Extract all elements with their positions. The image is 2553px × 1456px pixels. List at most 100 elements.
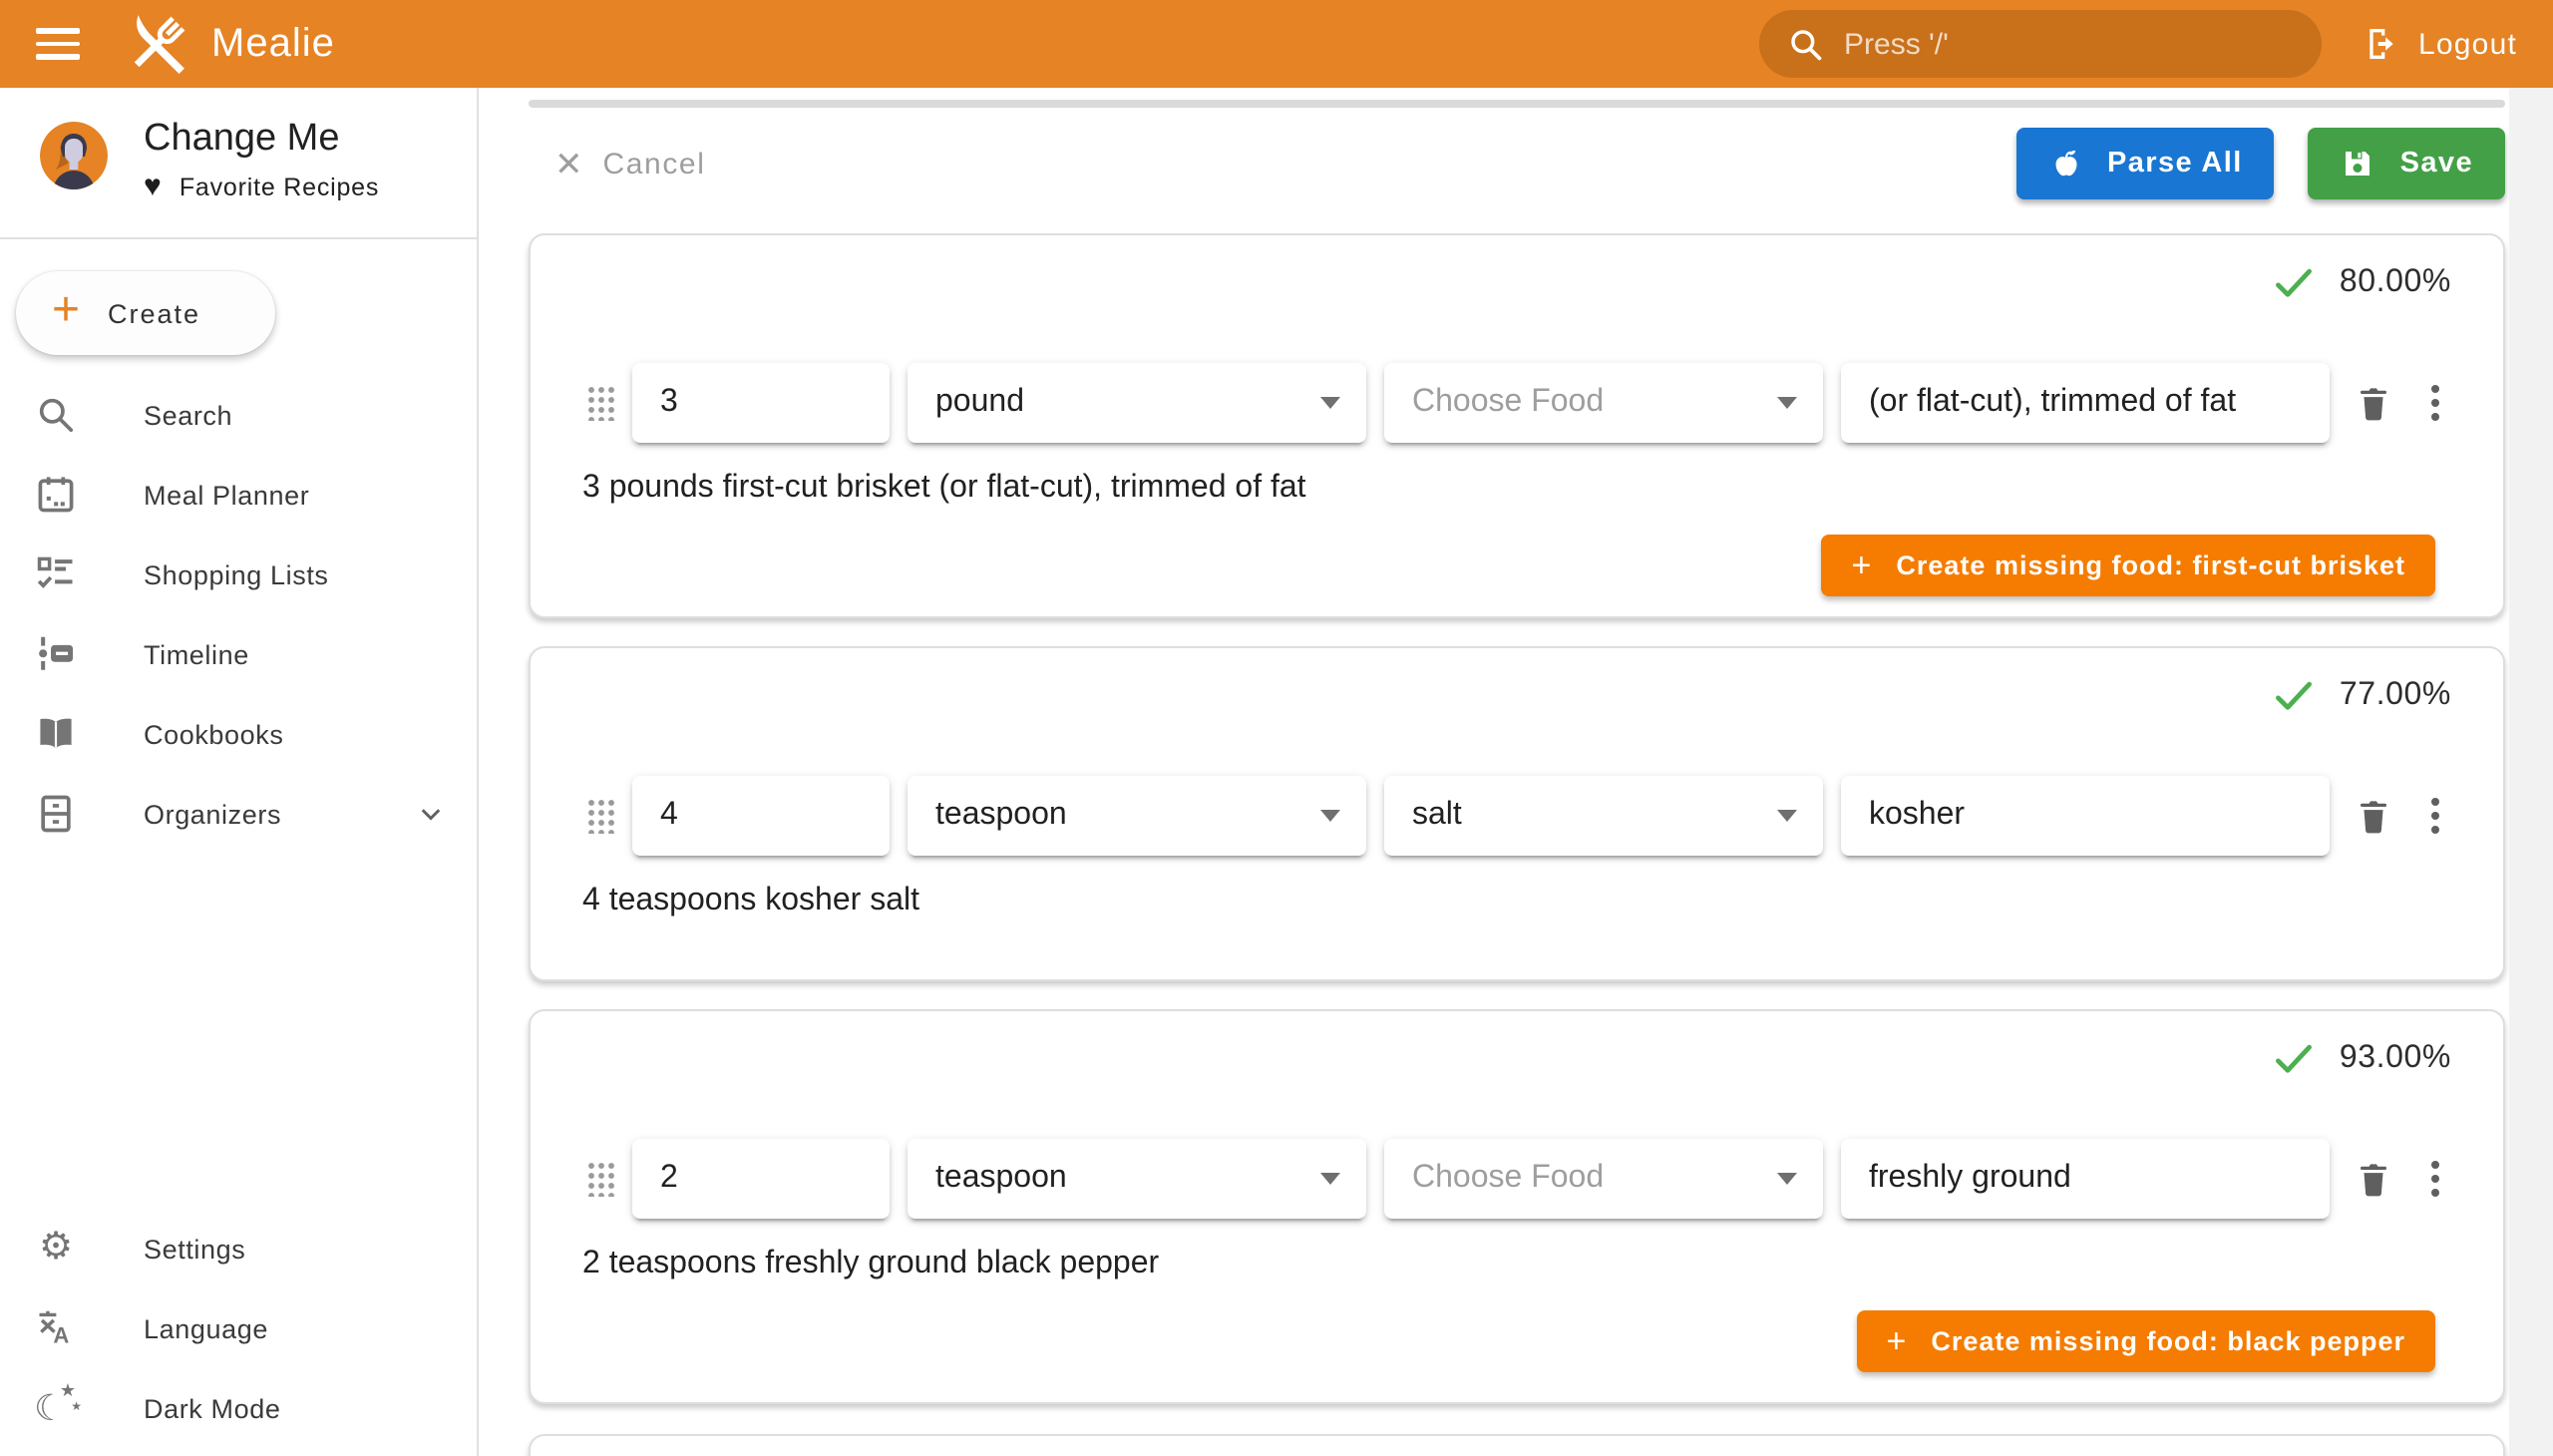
sidebar-item-language[interactable]: A Language — [0, 1288, 477, 1368]
close-icon: ✕ — [554, 147, 583, 181]
star-icon: ★ — [71, 1400, 82, 1414]
parser-toolbar: ✕ Cancel Parse All — [529, 128, 2505, 199]
sidebar-item-shopping-lists[interactable]: Shopping Lists — [0, 535, 477, 614]
timeline-icon — [34, 632, 78, 676]
gear-icon: ⚙ — [34, 1227, 78, 1271]
sidebar-item-label: Language — [144, 1313, 449, 1343]
save-button[interactable]: Save — [2309, 128, 2505, 199]
sidebar-item-dark-mode[interactable]: ☾ ★ ★ Dark Mode — [0, 1368, 477, 1448]
sidebar-menu: Search Meal Planner — [0, 375, 477, 854]
create-missing-food-button[interactable]: + Create missing food: black pepper — [1857, 1310, 2436, 1372]
delete-button[interactable] — [2352, 1157, 2395, 1201]
search-input[interactable]: Press '/' — [1758, 10, 2321, 78]
search-placeholder: Press '/' — [1844, 27, 1949, 61]
kebab-menu-icon[interactable] — [2421, 1157, 2449, 1201]
drag-handle-icon[interactable] — [586, 1161, 614, 1197]
heart-icon: ♥ — [144, 174, 162, 201]
hamburger-menu-icon[interactable] — [36, 22, 88, 66]
unit-select[interactable]: teaspoon — [908, 1139, 1366, 1219]
food-select[interactable]: Choose Food — [1384, 363, 1823, 443]
plus-icon: + — [1887, 1324, 1908, 1358]
sidebar-item-settings[interactable]: ⚙ Settings — [0, 1209, 477, 1288]
cabinet-icon — [34, 792, 78, 836]
sidebar-divider — [0, 237, 477, 239]
checklist-icon — [34, 552, 78, 596]
unit-select[interactable]: teaspoon — [908, 776, 1366, 856]
drag-handle-icon[interactable] — [586, 798, 614, 834]
trash-icon — [2352, 794, 2395, 838]
plus-icon: + — [1852, 548, 1873, 582]
user-profile[interactable]: Change Me ♥ Favorite Recipes — [0, 88, 477, 221]
create-missing-food-label: Create missing food: first-cut brisket — [1896, 550, 2405, 580]
delete-button[interactable] — [2352, 794, 2395, 838]
chevron-down-icon — [1320, 397, 1340, 409]
sidebar-item-label: Shopping Lists — [144, 559, 449, 589]
plus-icon: + — [52, 287, 80, 335]
original-ingredient-text: 2 teaspoons freshly ground black pepper — [582, 1245, 2455, 1282]
unit-select[interactable]: pound — [908, 363, 1366, 443]
check-icon — [2272, 1037, 2316, 1081]
original-ingredient-text: 3 pounds first-cut brisket (or flat-cut)… — [582, 469, 2455, 507]
create-button[interactable]: + Create — [16, 271, 275, 355]
create-button-label: Create — [108, 298, 200, 328]
ingredient-card: 80.00% pound Choose Food — [529, 233, 2505, 618]
kebab-menu-icon[interactable] — [2421, 381, 2449, 425]
sidebar-item-label: Cookbooks — [144, 719, 449, 749]
chevron-down-icon — [1777, 810, 1797, 822]
confidence-value: 93.00% — [2340, 1041, 2451, 1077]
favorite-recipes-label: Favorite Recipes — [180, 174, 379, 201]
user-name: Change Me — [144, 116, 379, 164]
sidebar-item-cookbooks[interactable]: Cookbooks — [0, 694, 477, 774]
ingredient-parser-panel: ✕ Cancel Parse All — [479, 88, 2553, 1456]
save-icon — [2341, 146, 2376, 182]
ingredient-card: 93.00% teaspoon Choose Food — [529, 1009, 2505, 1404]
chevron-down-icon — [1777, 1173, 1797, 1185]
svg-text:A: A — [53, 1323, 69, 1348]
logout-button[interactable]: Logout — [2361, 24, 2517, 64]
cancel-label: Cancel — [603, 147, 706, 181]
trash-icon — [2352, 381, 2395, 425]
chevron-down-icon — [1320, 1173, 1340, 1185]
drag-handle-icon[interactable] — [586, 385, 614, 421]
quantity-input[interactable] — [632, 1139, 890, 1219]
scrolled-element-edge — [529, 100, 2505, 108]
note-input[interactable] — [1841, 363, 2330, 443]
cancel-button[interactable]: ✕ Cancel — [554, 147, 706, 181]
user-avatar — [40, 122, 108, 189]
sidebar-item-timeline[interactable]: Timeline — [0, 614, 477, 694]
scrollbar[interactable] — [2509, 88, 2553, 1456]
parse-all-button[interactable]: Parse All — [2015, 128, 2275, 199]
create-missing-food-button[interactable]: + Create missing food: first-cut brisket — [1822, 535, 2435, 596]
food-select[interactable]: Choose Food — [1384, 1139, 1823, 1219]
mealie-app: Mealie Press '/' Logout — [0, 0, 2553, 1456]
apple-icon — [2047, 146, 2083, 182]
sidebar-item-organizers[interactable]: Organizers — [0, 774, 477, 854]
sidebar-item-label: Search — [144, 400, 449, 430]
star-icon: ★ — [60, 1380, 76, 1402]
create-missing-food-label: Create missing food: black pepper — [1931, 1326, 2405, 1356]
chevron-down-icon — [413, 796, 449, 832]
logout-icon — [2361, 24, 2400, 64]
app-header: Mealie Press '/' Logout — [0, 0, 2553, 88]
original-ingredient-text: 4 teaspoons kosher salt — [582, 882, 2455, 919]
quantity-input[interactable] — [632, 363, 890, 443]
chevron-down-icon — [1777, 397, 1797, 409]
open-book-icon — [34, 712, 78, 756]
food-select[interactable]: salt — [1384, 776, 1823, 856]
sidebar-item-meal-planner[interactable]: Meal Planner — [0, 455, 477, 535]
delete-button[interactable] — [2352, 381, 2395, 425]
quantity-input[interactable] — [632, 776, 890, 856]
sidebar-item-label: Timeline — [144, 639, 449, 669]
confidence-value: 80.00% — [2340, 265, 2451, 301]
note-input[interactable] — [1841, 1139, 2330, 1219]
chevron-down-icon — [1320, 810, 1340, 822]
save-label: Save — [2400, 148, 2473, 180]
note-input[interactable] — [1841, 776, 2330, 856]
ingredient-card: 77.00% teaspoon salt — [529, 646, 2505, 981]
favorite-recipes-link[interactable]: ♥ Favorite Recipes — [144, 174, 379, 201]
trash-icon — [2352, 1157, 2395, 1201]
app-title: Mealie — [211, 21, 335, 67]
kebab-menu-icon[interactable] — [2421, 794, 2449, 838]
sidebar-item-search[interactable]: Search — [0, 375, 477, 455]
sidebar-bottom-menu: ⚙ Settings A Language ☾ — [0, 1209, 477, 1448]
